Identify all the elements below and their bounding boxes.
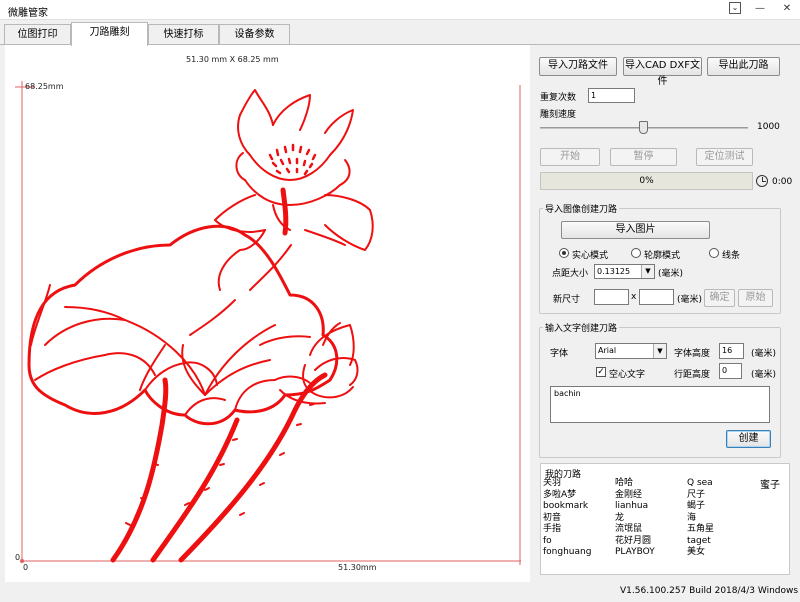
- list-item[interactable]: PLAYBOY: [615, 547, 655, 559]
- my-paths-list[interactable]: 我的刀路 关羽 多啦A梦 bookmark 初音 手指 fo fonghuang…: [540, 463, 790, 575]
- new-size-unit: (毫米): [677, 295, 703, 305]
- title-bar: 微雕管家 ⌄ — ✕: [0, 0, 800, 20]
- list-item[interactable]: 金刚经: [615, 490, 655, 502]
- window-title: 微雕管家: [8, 8, 48, 19]
- list-item[interactable]: 手指: [543, 524, 591, 536]
- original-size-button[interactable]: 原始: [738, 289, 773, 307]
- chevron-down-icon[interactable]: ▼: [653, 344, 666, 358]
- y-max-label: 68.25mm: [25, 82, 64, 91]
- my-paths-col-4: 蜜子: [760, 480, 780, 492]
- close-icon[interactable]: ✕: [776, 1, 798, 17]
- mode-outline-radio[interactable]: [631, 248, 641, 258]
- clock-icon: [756, 175, 768, 187]
- new-width-input[interactable]: [594, 289, 629, 305]
- font-height-unit: (毫米): [751, 349, 777, 359]
- line-spacing-label: 行距高度: [674, 370, 711, 380]
- list-item[interactable]: Q sea: [687, 478, 714, 490]
- progress-bar: 0%: [540, 172, 753, 190]
- repeat-label: 重复次数: [540, 93, 577, 103]
- x-max-label: 51.30mm: [338, 563, 377, 572]
- list-item[interactable]: 尺子: [687, 490, 714, 502]
- list-item[interactable]: 流氓鼠: [615, 524, 655, 536]
- hollow-text-checkbox[interactable]: ✓: [596, 367, 606, 377]
- window-menu-icon[interactable]: ⌄: [729, 2, 741, 14]
- list-item[interactable]: 关羽: [543, 478, 591, 490]
- list-item[interactable]: taget: [687, 536, 714, 548]
- list-item[interactable]: 多啦A梦: [543, 490, 591, 502]
- confirm-size-button[interactable]: 确定: [704, 289, 735, 307]
- mode-line-label[interactable]: 线条: [722, 248, 740, 261]
- new-height-input[interactable]: [639, 289, 674, 305]
- list-item[interactable]: 花好月圆: [615, 536, 655, 548]
- font-label: 字体: [550, 349, 569, 359]
- line-spacing-unit: (毫米): [751, 370, 777, 380]
- minimize-icon[interactable]: —: [749, 1, 771, 17]
- elapsed-time: 0:00: [772, 177, 793, 187]
- import-cad-dxf-button[interactable]: 导入CAD DXF文件: [623, 57, 702, 87]
- list-item[interactable]: 海: [687, 513, 714, 525]
- my-paths-col-2: 哈哈 金刚经 lianhua 龙 流氓鼠 花好月圆 PLAYBOY: [615, 478, 655, 559]
- canvas-drawing: [15, 81, 521, 565]
- mode-outline-label[interactable]: 轮廓模式: [644, 248, 680, 261]
- x-zero-label: 0: [23, 563, 29, 572]
- list-item[interactable]: 龙: [615, 513, 655, 525]
- tab-bar: 位图打印 刀路雕刻 快速打标 设备参数: [0, 20, 800, 46]
- list-item[interactable]: lianhua: [615, 501, 655, 513]
- font-value: Arial: [598, 346, 617, 355]
- list-item[interactable]: 蜜子: [760, 480, 780, 492]
- speed-value: 1000: [757, 122, 780, 132]
- hollow-text-label[interactable]: 空心文字: [609, 367, 645, 380]
- my-paths-col-3: Q sea 尺子 蝎子 海 五角星 taget 美女: [687, 478, 714, 559]
- tab-device-params[interactable]: 设备参数: [219, 24, 290, 45]
- lotus-drawing: [27, 89, 374, 563]
- list-item[interactable]: 五角星: [687, 524, 714, 536]
- tab-bitmap-print[interactable]: 位图打印: [4, 24, 71, 45]
- dot-size-combo[interactable]: 0.13125 ▼: [594, 264, 655, 279]
- start-button[interactable]: 开始: [540, 148, 600, 166]
- speed-label: 雕刻速度: [540, 110, 577, 120]
- mode-solid-label[interactable]: 实心模式: [572, 248, 608, 261]
- list-item[interactable]: 美女: [687, 547, 714, 559]
- pause-button[interactable]: 暂停: [610, 148, 677, 166]
- dot-size-unit: (毫米): [658, 269, 684, 279]
- mode-line-radio[interactable]: [709, 248, 719, 258]
- import-path-file-button[interactable]: 导入刀路文件: [539, 57, 617, 76]
- create-button[interactable]: 创建: [726, 430, 771, 448]
- text-content-area[interactable]: bachin: [550, 386, 770, 423]
- canvas-dimensions: 51.30 mm X 68.25 mm: [186, 55, 279, 64]
- list-item[interactable]: 初音: [543, 513, 591, 525]
- import-image-group-title: 导入图像创建刀路: [543, 202, 620, 215]
- my-paths-col-1: 关羽 多啦A梦 bookmark 初音 手指 fo fonghuang: [543, 478, 591, 559]
- font-height-label: 字体高度: [674, 349, 711, 359]
- position-test-button[interactable]: 定位测试: [696, 148, 753, 166]
- text-path-group-title: 输入文字创建刀路: [543, 321, 620, 334]
- list-item[interactable]: 蝎子: [687, 501, 714, 513]
- list-item[interactable]: 哈哈: [615, 478, 655, 490]
- speed-slider-thumb[interactable]: [639, 121, 648, 134]
- tab-path-engrave[interactable]: 刀路雕刻: [71, 22, 148, 46]
- chevron-down-icon[interactable]: ▼: [641, 265, 654, 278]
- y-zero-label: 0: [15, 553, 21, 562]
- size-separator: x: [631, 292, 637, 302]
- tab-quick-mark[interactable]: 快速打标: [148, 24, 219, 45]
- list-item[interactable]: fo: [543, 536, 591, 548]
- dot-size-value: 0.13125: [597, 267, 631, 276]
- line-spacing-input[interactable]: 0: [719, 363, 742, 379]
- export-path-button[interactable]: 导出此刀路: [707, 57, 780, 76]
- list-item[interactable]: bookmark: [543, 501, 591, 513]
- mode-solid-radio[interactable]: [559, 248, 569, 258]
- new-size-label: 新尺寸: [553, 295, 581, 305]
- version-info: V1.56.100.257 Build 2018/4/3 Windows 10: [620, 586, 800, 596]
- repeat-count-input[interactable]: 1: [588, 88, 635, 103]
- import-image-button[interactable]: 导入图片: [561, 221, 710, 239]
- font-combo[interactable]: Arial ▼: [595, 343, 667, 359]
- dot-size-label: 点距大小: [552, 269, 589, 279]
- path-preview-canvas[interactable]: 51.30 mm X 68.25 mm 68.25mm 0 0 51.30mm: [5, 45, 530, 582]
- font-height-input[interactable]: 16: [719, 343, 744, 359]
- list-item[interactable]: fonghuang: [543, 547, 591, 559]
